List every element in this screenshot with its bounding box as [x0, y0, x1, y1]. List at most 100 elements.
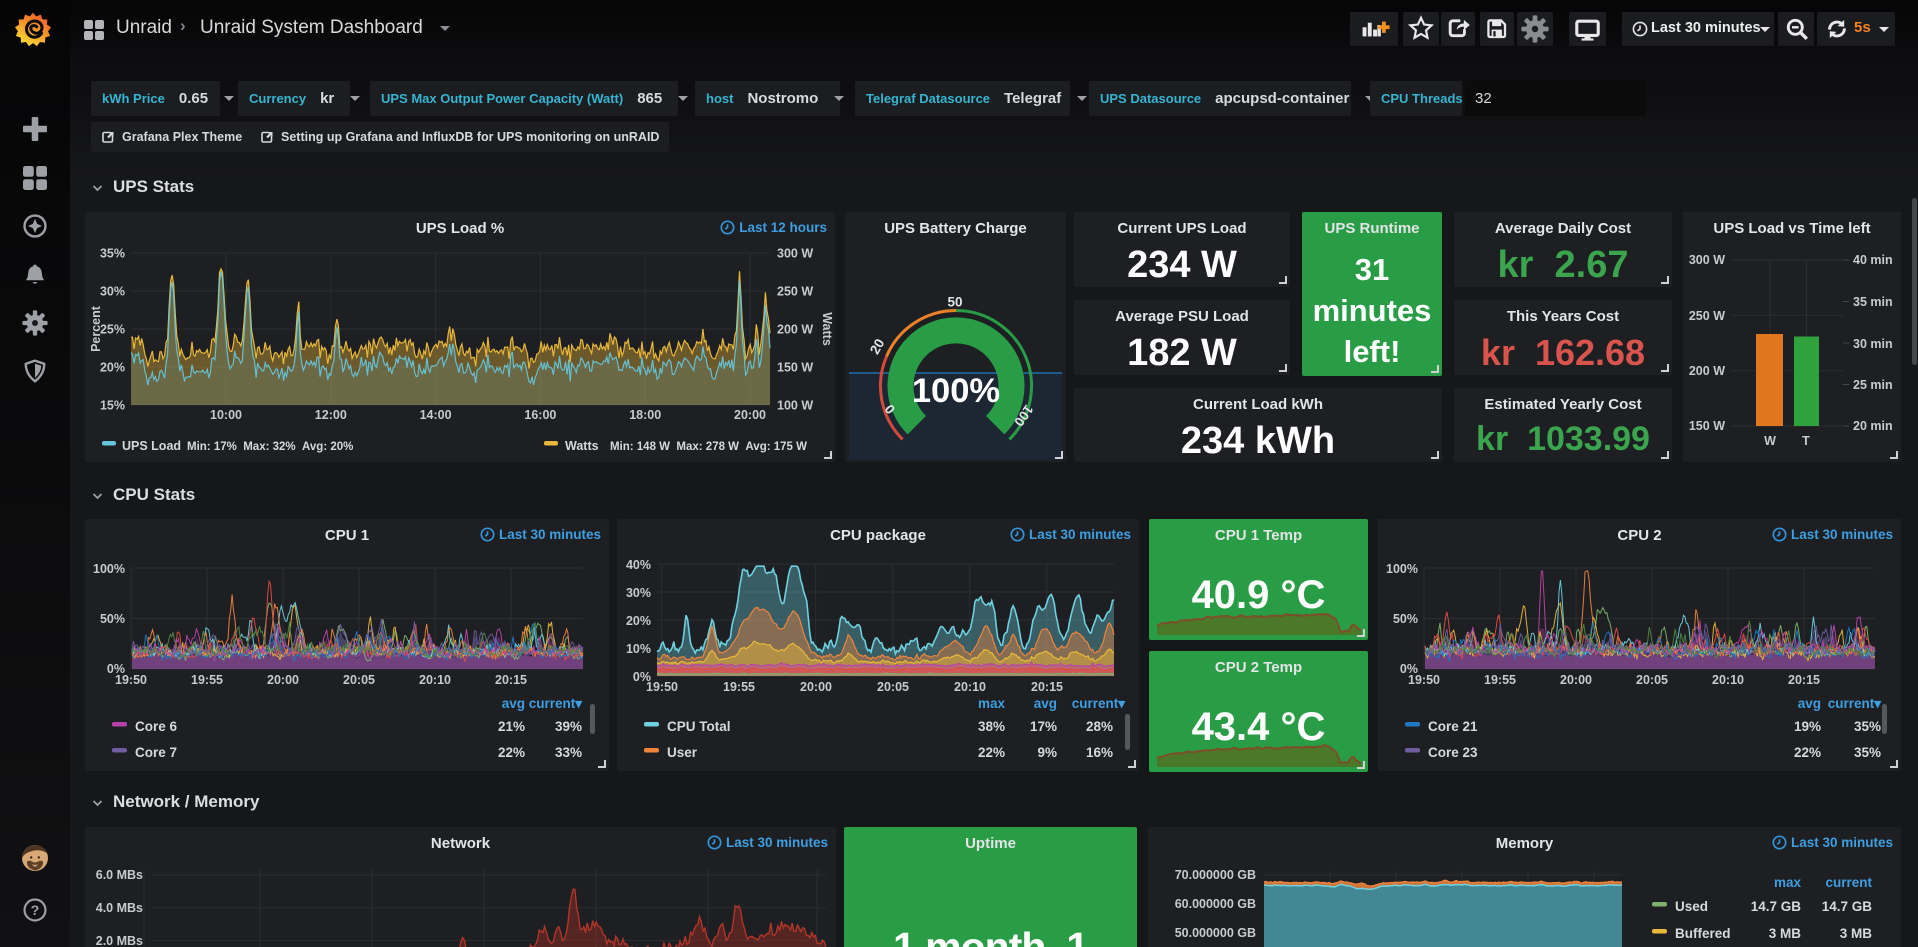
svg-text:150 W: 150 W [1689, 419, 1725, 433]
svg-text:250 W: 250 W [777, 285, 813, 299]
svg-text:17%: 17% [1030, 719, 1057, 734]
svg-text:?: ? [31, 903, 40, 919]
svg-text:28%: 28% [1086, 719, 1113, 734]
svg-text:Core 7: Core 7 [135, 745, 177, 760]
svg-text:20:15: 20:15 [1788, 673, 1820, 687]
svg-text:current▾: current▾ [1828, 696, 1883, 711]
svg-text:20:15: 20:15 [1031, 680, 1063, 694]
svg-text:100%: 100% [1386, 562, 1418, 576]
svg-text:300 W: 300 W [1689, 253, 1725, 267]
svg-text:20:05: 20:05 [343, 673, 375, 687]
svg-text:Core 6: Core 6 [135, 719, 178, 734]
svg-text:35%: 35% [100, 247, 125, 261]
svg-text:9%: 9% [1037, 745, 1057, 760]
svg-text:19:55: 19:55 [191, 673, 223, 687]
svg-text:current: current [1825, 875, 1872, 890]
svg-text:6.0 MBs: 6.0 MBs [96, 868, 143, 882]
svg-text:current▾: current▾ [1072, 696, 1127, 711]
svg-text:19:50: 19:50 [646, 680, 678, 694]
svg-text:60.000000 GB: 60.000000 GB [1175, 897, 1256, 911]
svg-text:50: 50 [947, 295, 962, 310]
svg-text:20:15: 20:15 [495, 673, 527, 687]
svg-text:Watts: Watts [820, 312, 834, 346]
svg-text:20:10: 20:10 [1712, 673, 1744, 687]
svg-text:20:05: 20:05 [877, 680, 909, 694]
svg-text:100%: 100% [93, 562, 125, 576]
svg-text:20:00: 20:00 [800, 680, 832, 694]
svg-text:16%: 16% [1086, 745, 1113, 760]
svg-text:Buffered: Buffered [1675, 926, 1731, 941]
svg-text:33%: 33% [555, 745, 582, 760]
svg-text:70.000000 GB: 70.000000 GB [1175, 868, 1256, 882]
svg-text:12:00: 12:00 [315, 408, 347, 422]
svg-text:19%: 19% [1794, 719, 1821, 734]
svg-text:20 min: 20 min [1853, 419, 1893, 433]
svg-text:19:55: 19:55 [723, 680, 755, 694]
svg-text:Min: 148 W Max: 278 W Avg: 1: Min: 148 W Max: 278 W Avg: 175 W [610, 441, 807, 453]
svg-text:20%: 20% [100, 361, 125, 375]
svg-text:10:00: 10:00 [210, 408, 242, 422]
svg-text:W: W [1764, 434, 1776, 448]
svg-text:Percent: Percent [89, 305, 103, 352]
svg-text:200 W: 200 W [777, 323, 813, 337]
svg-text:20:10: 20:10 [954, 680, 986, 694]
svg-text:avg: avg [502, 696, 525, 711]
svg-text:35%: 35% [1854, 745, 1881, 760]
svg-text:250 W: 250 W [1689, 309, 1725, 323]
svg-text:21%: 21% [498, 719, 525, 734]
svg-text:10%: 10% [626, 642, 651, 656]
svg-text:30 min: 30 min [1853, 337, 1893, 351]
svg-text:30%: 30% [626, 586, 651, 600]
svg-text:20:05: 20:05 [1636, 673, 1668, 687]
svg-text:max: max [978, 696, 1006, 711]
svg-text:Min: 17% Max: 32% Avg: 20%: Min: 17% Max: 32% Avg: 20% [187, 441, 353, 453]
svg-text:User: User [667, 745, 698, 760]
svg-text:100%: 100% [912, 372, 1000, 410]
svg-text:3 MB: 3 MB [1769, 926, 1802, 941]
svg-text:50%: 50% [1393, 612, 1418, 626]
svg-text:35%: 35% [1854, 719, 1881, 734]
svg-text:Used: Used [1675, 899, 1708, 914]
svg-text:20:00: 20:00 [267, 673, 299, 687]
svg-text:15%: 15% [100, 399, 125, 413]
svg-text:18:00: 18:00 [629, 408, 661, 422]
svg-text:20: 20 [867, 336, 888, 357]
svg-text:avg: avg [1798, 696, 1821, 711]
svg-text:14.7 GB: 14.7 GB [1751, 899, 1802, 914]
svg-text:22%: 22% [498, 745, 525, 760]
svg-text:20%: 20% [626, 614, 651, 628]
svg-text:30%: 30% [100, 285, 125, 299]
svg-text:200 W: 200 W [1689, 364, 1725, 378]
svg-text:20:00: 20:00 [734, 408, 766, 422]
svg-text:20:10: 20:10 [419, 673, 451, 687]
svg-text:14:00: 14:00 [420, 408, 452, 422]
svg-text:CPU Total: CPU Total [667, 719, 731, 734]
svg-text:current▾: current▾ [529, 696, 584, 711]
svg-text:300 W: 300 W [777, 247, 813, 261]
svg-text:Core 21: Core 21 [1428, 719, 1478, 734]
svg-text:19:50: 19:50 [1408, 673, 1440, 687]
svg-text:4.0 MBs: 4.0 MBs [96, 901, 143, 915]
svg-text:3 MB: 3 MB [1840, 926, 1873, 941]
svg-text:40%: 40% [626, 558, 651, 572]
svg-text:38%: 38% [978, 719, 1005, 734]
svg-text:14.7 GB: 14.7 GB [1822, 899, 1873, 914]
svg-text:22%: 22% [978, 745, 1005, 760]
svg-text:avg: avg [1034, 696, 1057, 711]
svg-text:20:00: 20:00 [1560, 673, 1592, 687]
svg-text:100 W: 100 W [777, 399, 813, 413]
svg-text:Core 23: Core 23 [1428, 745, 1478, 760]
svg-text:50%: 50% [100, 612, 125, 626]
svg-text:50.000000 GB: 50.000000 GB [1175, 926, 1256, 940]
svg-text:16:00: 16:00 [524, 408, 556, 422]
svg-text:40 min: 40 min [1853, 253, 1893, 267]
svg-text:2.0 MBs: 2.0 MBs [96, 934, 143, 947]
svg-text:25 min: 25 min [1853, 378, 1893, 392]
svg-text:22%: 22% [1794, 745, 1821, 760]
svg-text:UPS Load: UPS Load [122, 439, 181, 453]
svg-text:25%: 25% [100, 323, 125, 337]
svg-text:150 W: 150 W [777, 361, 813, 375]
svg-text:19:50: 19:50 [115, 673, 147, 687]
svg-text:max: max [1774, 875, 1802, 890]
svg-text:19:55: 19:55 [1484, 673, 1516, 687]
